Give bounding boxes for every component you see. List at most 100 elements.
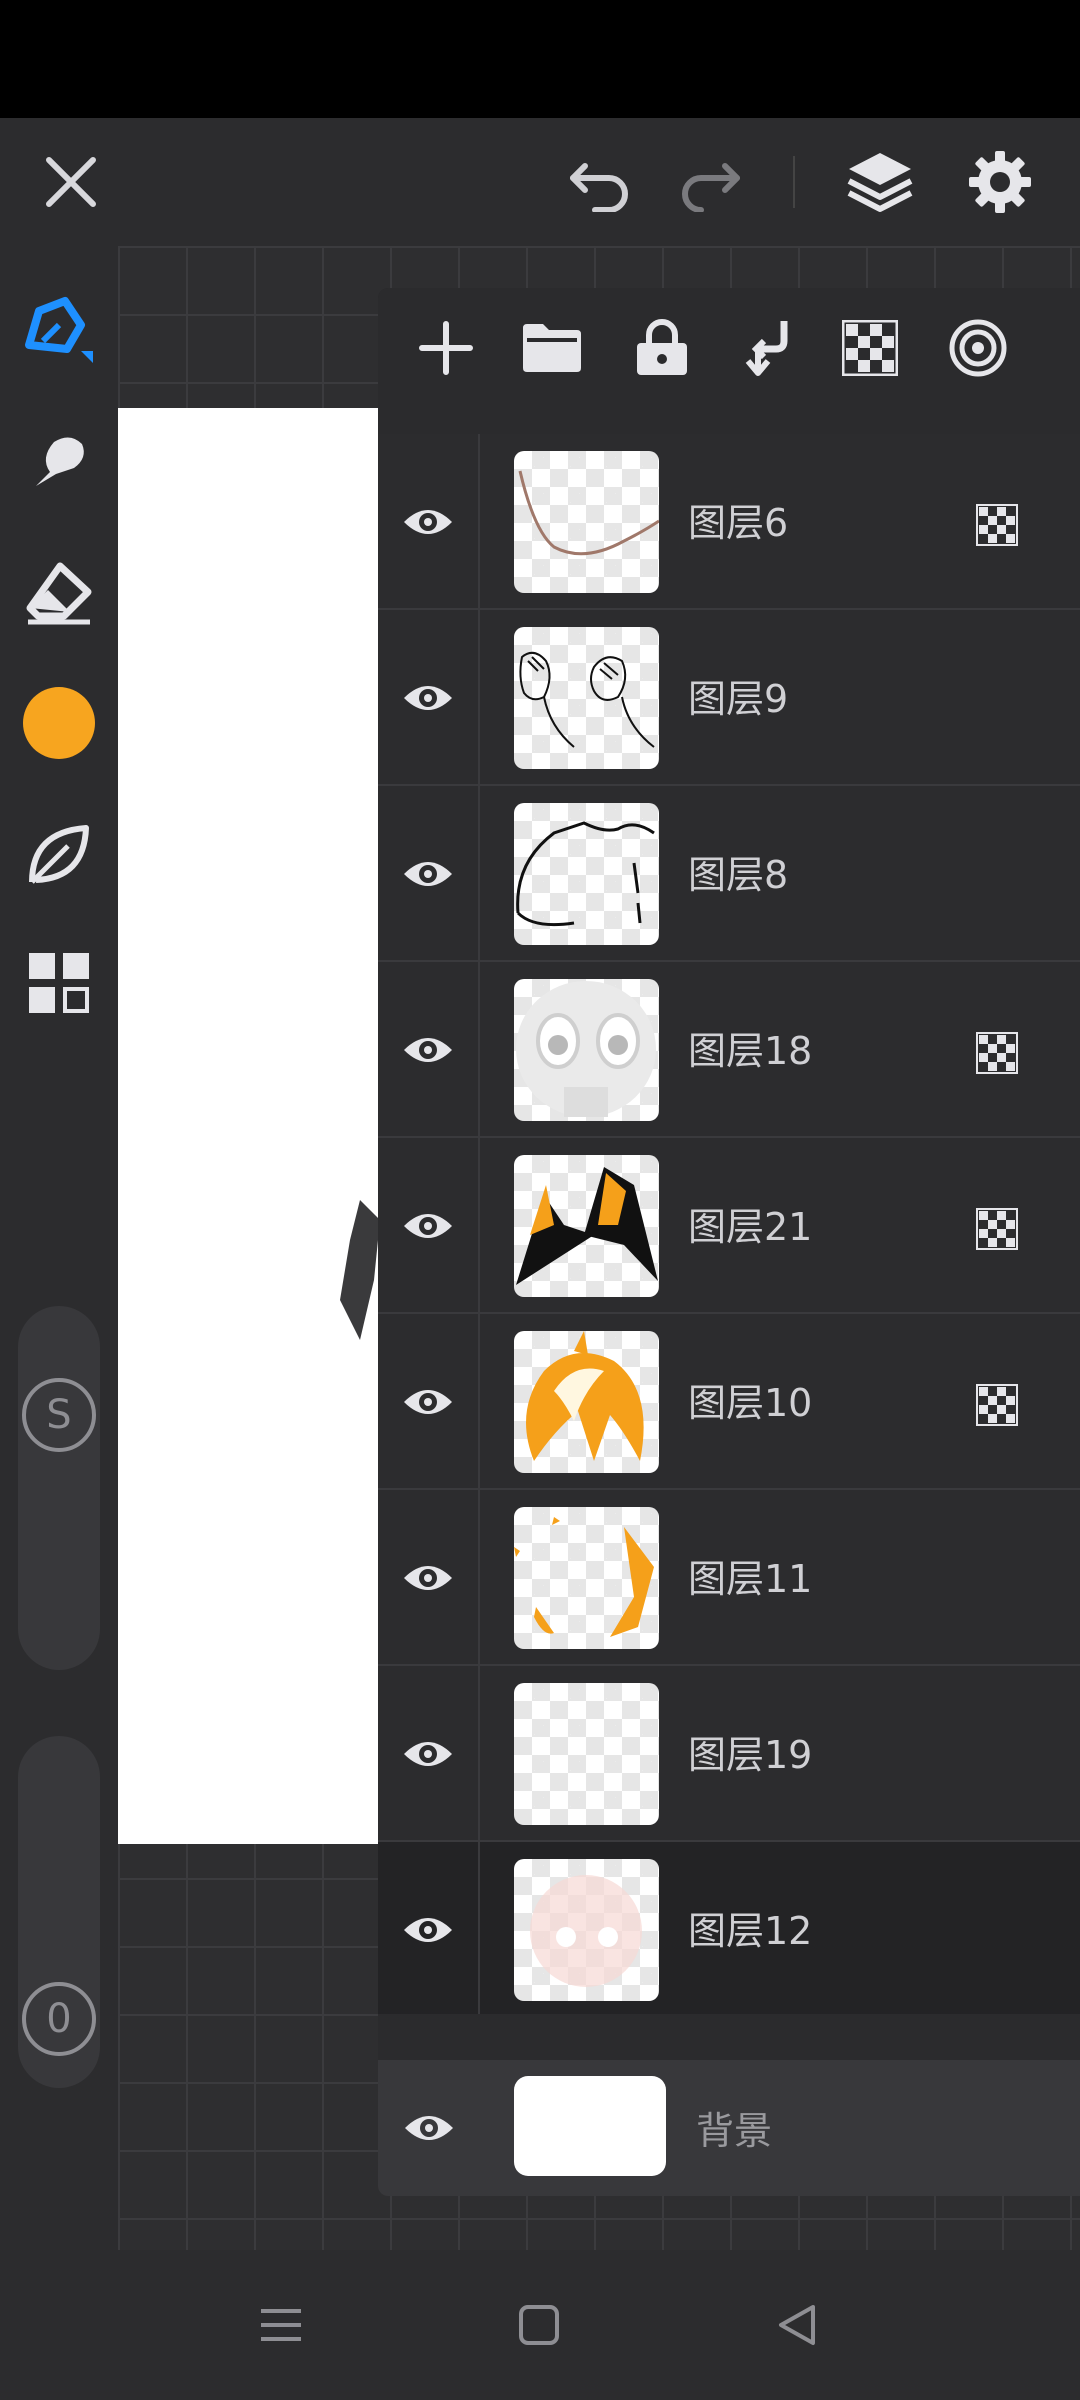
layer-name: 图层12 — [688, 1909, 813, 1953]
eye-icon — [404, 510, 452, 534]
layer-thumbnail — [514, 1507, 659, 1649]
toolbar-divider — [793, 156, 795, 208]
layer-row[interactable]: 图层18 — [378, 962, 1080, 1138]
blend-mode-icon[interactable] — [976, 504, 1018, 546]
eye-icon — [404, 1390, 452, 1414]
leaf-icon — [29, 825, 89, 884]
status-bar — [0, 0, 1080, 118]
lock-layer-button[interactable] — [622, 308, 702, 388]
layer-row[interactable]: 图层6 — [378, 434, 1080, 610]
layer-row[interactable]: 图层19 — [378, 1666, 1080, 1842]
brush-size-slider[interactable] — [18, 1306, 100, 1670]
background-layer-row[interactable]: 背景 — [378, 2060, 1080, 2196]
visibility-toggle[interactable] — [378, 1490, 480, 1666]
brush-tool[interactable] — [16, 286, 102, 372]
eye-icon — [404, 1742, 452, 1766]
visibility-toggle[interactable] — [378, 1138, 480, 1314]
layer-thumbnail — [514, 1155, 659, 1297]
layer-name: 背景 — [696, 2109, 773, 2153]
layers-toolbar — [378, 288, 1080, 406]
layer-row[interactable]: 图层8 — [378, 786, 1080, 962]
layer-name: 图层11 — [688, 1557, 813, 1601]
close-icon — [46, 157, 96, 207]
visibility-toggle[interactable] — [378, 1842, 480, 2014]
smudge-icon — [36, 437, 84, 486]
background-thumbnail — [514, 2076, 666, 2176]
blend-mode-icon[interactable] — [976, 1384, 1018, 1426]
blend-mode-icon[interactable] — [976, 1208, 1018, 1250]
close-button[interactable] — [33, 144, 109, 220]
layers-icon — [847, 153, 913, 212]
blend-mode-icon[interactable] — [976, 1032, 1018, 1074]
color-picker[interactable] — [16, 680, 102, 766]
visibility-toggle[interactable] — [378, 1666, 480, 1842]
back-icon — [779, 2305, 815, 2345]
layers-panel: 图层6 图层9 图层8 图层18 图层21 图层10 图层11 图层19 图层1… — [378, 288, 1080, 2196]
layer-name: 图层21 — [688, 1205, 813, 1249]
merge-down-button[interactable] — [728, 308, 808, 388]
redo-button[interactable] — [672, 144, 748, 220]
smudge-tool[interactable] — [16, 418, 102, 504]
settings-button[interactable] — [962, 144, 1038, 220]
eye-icon — [404, 1038, 452, 1062]
layer-thumbnail — [514, 451, 659, 593]
layer-thumbnail — [514, 803, 659, 945]
layer-name: 图层19 — [688, 1733, 813, 1777]
visibility-toggle[interactable] — [378, 434, 480, 610]
layers-button[interactable] — [842, 144, 918, 220]
layer-thumbnail — [514, 1859, 659, 2001]
visibility-toggle[interactable] — [378, 2060, 480, 2196]
lock-icon — [637, 319, 687, 375]
undo-icon — [570, 163, 628, 212]
layer-thumbnail — [514, 1683, 659, 1825]
top-bar — [0, 118, 1080, 246]
home-icon — [519, 2305, 559, 2345]
visibility-toggle[interactable] — [378, 1314, 480, 1490]
drawing-canvas[interactable] — [118, 408, 380, 1844]
layer-name: 图层8 — [688, 853, 789, 897]
layer-thumbnail — [514, 1331, 659, 1473]
merge-down-icon — [745, 321, 788, 376]
fill-tool[interactable] — [16, 812, 102, 898]
grid-icon — [29, 953, 89, 1013]
brush-size-badge: S — [22, 1378, 96, 1452]
layer-row[interactable]: 图层11 — [378, 1490, 1080, 1666]
visibility-toggle[interactable] — [378, 786, 480, 962]
eye-icon — [404, 1214, 452, 1238]
home-button[interactable] — [504, 2290, 574, 2360]
menu-icon — [261, 2309, 301, 2341]
opacity-badge: 0 — [22, 1982, 96, 2056]
tool-sidebar: S 0 — [0, 246, 118, 2250]
eye-icon — [404, 1918, 452, 1942]
layer-list[interactable]: 图层6 图层9 图层8 图层18 图层21 图层10 图层11 图层19 图层1… — [378, 434, 1080, 2014]
layer-row[interactable]: 图层10 — [378, 1314, 1080, 1490]
checker-icon — [842, 320, 898, 376]
back-button[interactable] — [762, 2290, 832, 2360]
materials-tool[interactable] — [16, 940, 102, 1026]
redo-icon — [682, 163, 740, 212]
eraser-tool[interactable] — [16, 550, 102, 636]
add-folder-button[interactable] — [512, 308, 592, 388]
eraser-icon — [26, 562, 92, 625]
eye-icon — [404, 1566, 452, 1590]
layer-row[interactable]: 图层9 — [378, 610, 1080, 786]
reference-layer-button[interactable] — [938, 308, 1018, 388]
transparency-lock-button[interactable] — [830, 308, 910, 388]
layer-thumbnail — [514, 627, 659, 769]
add-layer-button[interactable] — [406, 308, 486, 388]
current-color-swatch — [23, 687, 95, 759]
undo-button[interactable] — [562, 144, 638, 220]
layer-name: 图层6 — [688, 501, 789, 545]
recent-apps-button[interactable] — [246, 2290, 316, 2360]
visibility-toggle[interactable] — [378, 610, 480, 786]
layer-name: 图层9 — [688, 677, 789, 721]
eye-icon — [404, 686, 452, 710]
gear-icon — [969, 151, 1031, 213]
system-nav-bar — [0, 2250, 1080, 2400]
layer-row[interactable]: 图层21 — [378, 1138, 1080, 1314]
layer-row-selected[interactable]: 图层12 — [378, 1842, 1080, 2014]
layer-name: 图层10 — [688, 1381, 813, 1425]
layer-name: 图层18 — [688, 1029, 813, 1073]
visibility-toggle[interactable] — [378, 962, 480, 1138]
pen-icon — [25, 297, 93, 363]
